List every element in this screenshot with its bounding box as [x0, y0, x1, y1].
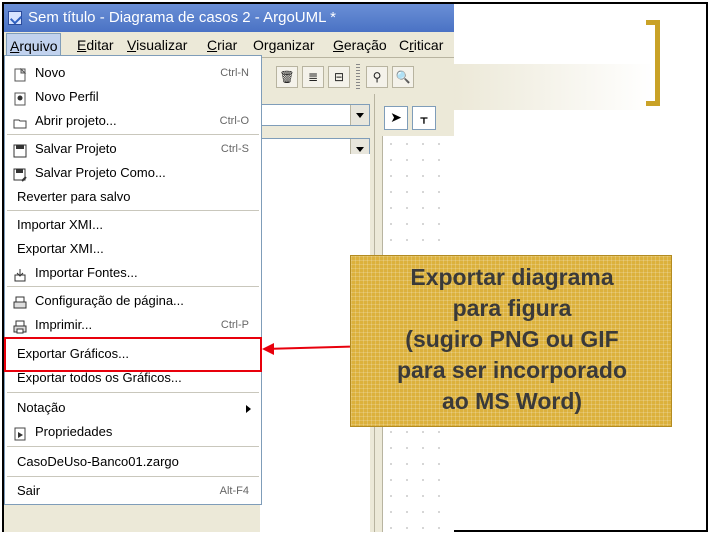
menu-item-configuracao-pagina[interactable]: Configuração de página...: [5, 289, 261, 313]
callout-line: ao MS Word): [441, 388, 583, 414]
page-setup-icon: [13, 294, 27, 309]
callout-line: para figura: [452, 295, 572, 321]
menu-separator: [7, 210, 259, 211]
menu-item-reverter[interactable]: Reverter para salvo: [5, 185, 261, 209]
menu-item-imprimir[interactable]: Imprimir... Ctrl-P: [5, 313, 261, 337]
menu-item-recent-file[interactable]: CasoDeUso-Banco01.zargo: [5, 450, 261, 474]
distribute-icon[interactable]: ⊟: [328, 66, 350, 88]
slide-decoration: [454, 64, 654, 110]
menu-separator: [7, 286, 259, 287]
save-as-icon: [13, 166, 27, 182]
menu-item-salvar-projeto[interactable]: Salvar Projeto Ctrl-S: [5, 137, 261, 161]
callout-line: Exportar diagrama: [410, 264, 614, 290]
menu-separator: [7, 134, 259, 135]
menu-separator: [7, 476, 259, 477]
slide-bracket: [646, 20, 660, 106]
callout-line: (sugiro PNG ou GIF: [405, 326, 619, 352]
menu-criar[interactable]: Criar: [204, 33, 240, 57]
broom-icon[interactable]: ᚁ: [412, 106, 436, 130]
menu-separator: [7, 446, 259, 447]
menu-item-novo-perfil[interactable]: Novo Perfil: [5, 85, 261, 109]
diagram-toolbar: ➤ ᚁ: [382, 104, 454, 132]
import-sources-icon: [13, 266, 27, 282]
new-profile-icon: [13, 90, 27, 106]
highlight-box: [4, 337, 262, 372]
menu-organizar[interactable]: Organizar: [250, 33, 318, 57]
select-arrow-icon[interactable]: ➤: [384, 106, 408, 130]
pointer-arrow-head: [262, 343, 274, 355]
menu-arquivo[interactable]: Arquivo: [6, 33, 62, 57]
menu-item-notacao[interactable]: Notação: [5, 396, 261, 420]
app-icon: [8, 11, 22, 25]
save-icon: [13, 142, 27, 158]
find-icon[interactable]: ⚲: [366, 66, 388, 88]
menu-item-propriedades[interactable]: Propriedades: [5, 420, 261, 444]
delete-icon[interactable]: 🗑: [276, 66, 298, 88]
print-icon: [13, 318, 27, 334]
open-folder-icon: [13, 114, 27, 129]
title-bar: Sem título - Diagrama de casos 2 - ArgoU…: [4, 4, 454, 32]
submenu-arrow-icon: [246, 405, 251, 413]
menu-visualizar[interactable]: Visualizar: [124, 33, 190, 57]
navigation-combo[interactable]: [260, 104, 370, 126]
main-toolbar: 🗑 ≣ ⊟ ⚲ 🔍: [260, 58, 454, 94]
callout-box: Exportar diagrama para figura (sugiro PN…: [350, 255, 672, 427]
menu-item-abrir-projeto[interactable]: Abrir projeto... Ctrl-O: [5, 109, 261, 133]
menu-item-importar-xmi[interactable]: Importar XMI...: [5, 213, 261, 237]
menu-geracao[interactable]: Geração: [330, 33, 390, 57]
window-title: Sem título - Diagrama de casos 2 - ArgoU…: [28, 9, 336, 26]
zoom-icon[interactable]: 🔍: [392, 66, 414, 88]
menu-separator: [7, 392, 259, 393]
new-file-icon: [13, 66, 27, 82]
callout-text: Exportar diagrama para figura (sugiro PN…: [351, 262, 673, 417]
menu-item-sair[interactable]: Sair Alt-F4: [5, 479, 261, 503]
menu-item-exportar-xmi[interactable]: Exportar XMI...: [5, 237, 261, 261]
chevron-down-icon[interactable]: [350, 105, 369, 125]
menu-editar[interactable]: Editar: [74, 33, 117, 57]
callout-line: para ser incorporado: [396, 357, 628, 383]
menu-item-novo[interactable]: Novo Ctrl-N: [5, 61, 261, 85]
file-menu-dropdown: Novo Ctrl-N Novo Perfil Abrir projeto...…: [4, 55, 262, 505]
align-icon[interactable]: ≣: [302, 66, 324, 88]
toolbar-grip[interactable]: [356, 64, 360, 90]
menu-criticar[interactable]: Criticar: [396, 33, 446, 57]
properties-icon: [13, 425, 27, 441]
menu-item-salvar-como[interactable]: Salvar Projeto Como...: [5, 161, 261, 185]
menu-item-importar-fontes[interactable]: Importar Fontes...: [5, 261, 261, 285]
